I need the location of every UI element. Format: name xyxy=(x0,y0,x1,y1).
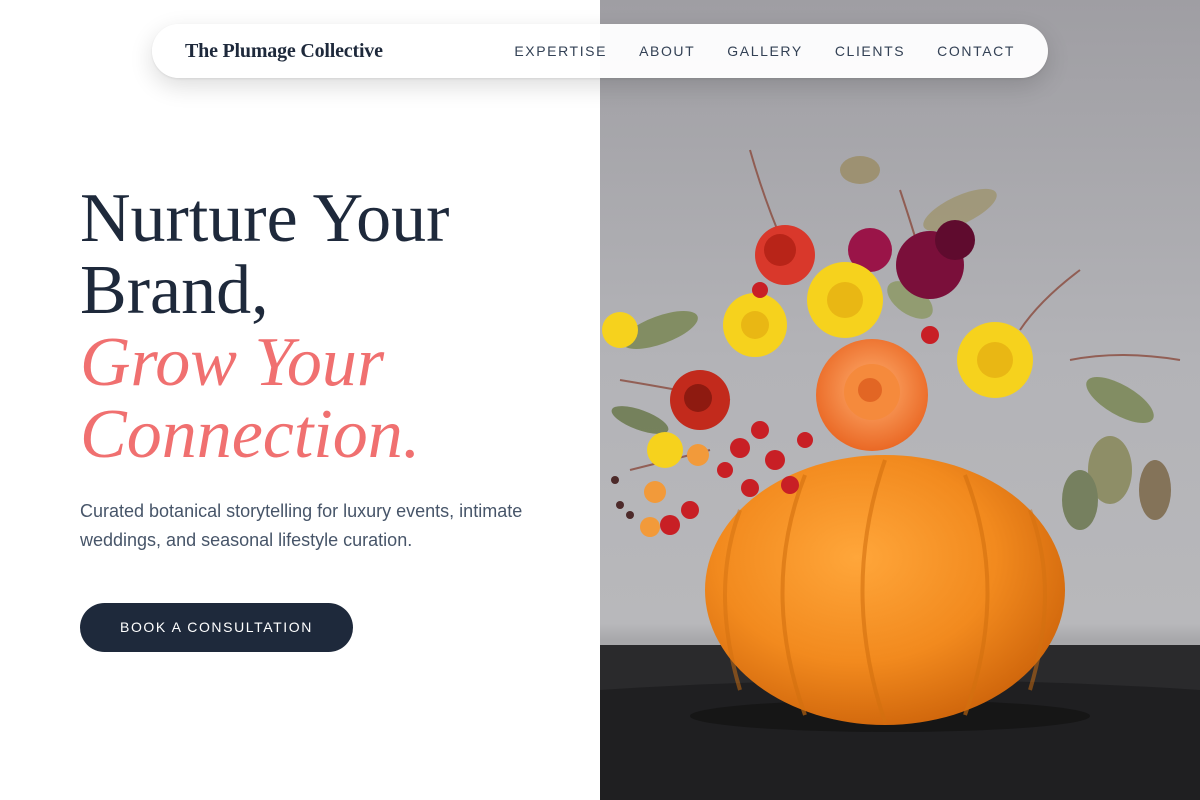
hero-title-line-3: Grow Your xyxy=(80,324,385,401)
hero-panel: Nurture Your Brand, Grow Your Connection… xyxy=(0,0,600,800)
nav-link-contact[interactable]: CONTACT xyxy=(937,43,1015,59)
hero-content: Nurture Your Brand, Grow Your Connection… xyxy=(80,183,580,652)
hero-image xyxy=(600,0,1200,800)
nav-link-expertise[interactable]: EXPERTISE xyxy=(514,43,607,59)
nav-link-clients[interactable]: CLIENTS xyxy=(835,43,905,59)
brand-logo[interactable]: The Plumage Collective xyxy=(185,40,383,63)
hero-title-line-2: Brand, xyxy=(80,252,269,329)
nav-links: EXPERTISE ABOUT GALLERY CLIENTS CONTACT xyxy=(514,43,1015,59)
hero-subtitle: Curated botanical storytelling for luxur… xyxy=(80,501,523,550)
hero-title-line-1: Nurture Your xyxy=(80,180,450,257)
hero-title-line-4: Connection. xyxy=(80,396,421,473)
nav-link-gallery[interactable]: GALLERY xyxy=(727,43,803,59)
hero-title: Nurture Your Brand, Grow Your Connection… xyxy=(80,183,580,471)
nav-link-about[interactable]: ABOUT xyxy=(639,43,695,59)
book-consultation-button[interactable]: BOOK A CONSULTATION xyxy=(80,603,353,652)
pumpkin xyxy=(705,455,1065,725)
pumpkin-arrangement-illustration xyxy=(600,149,1200,800)
top-navigation: The Plumage Collective EXPERTISE ABOUT G… xyxy=(152,24,1048,78)
